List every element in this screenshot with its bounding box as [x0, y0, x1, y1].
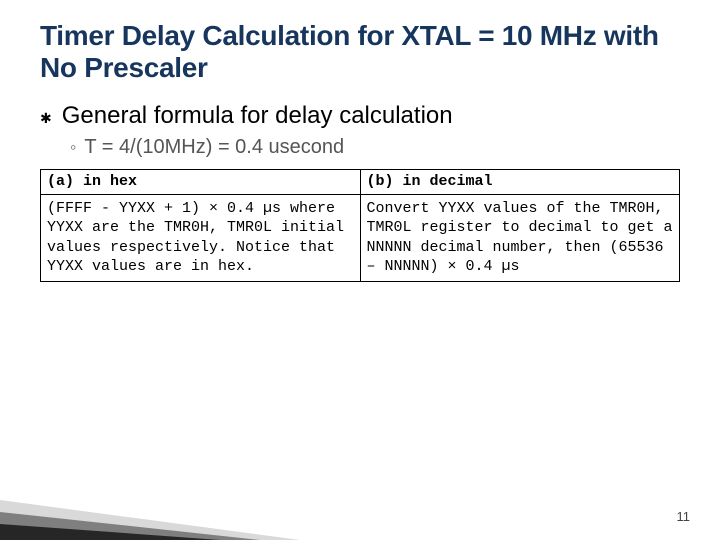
page-number: 11 — [677, 509, 691, 524]
table-row: (a) in hex (b) in decimal — [41, 170, 680, 195]
subbullet-text: T = 4/(10MHz) = 0.4 usecond — [84, 136, 344, 159]
col-b-body: Convert YYXX values of the TMR0H, TMR0L … — [360, 194, 680, 281]
bullet-item: ✱ General formula for delay calculation — [40, 102, 690, 130]
col-b-header: (b) in decimal — [360, 170, 680, 195]
bullet-text: General formula for delay calculation — [62, 102, 453, 130]
formula-table: (a) in hex (b) in decimal (FFFF - YYXX +… — [40, 169, 680, 282]
subbullet-glyph-icon: ◦ — [70, 137, 76, 158]
slide: Timer Delay Calculation for XTAL = 10 MH… — [0, 0, 720, 540]
col-a-header: (a) in hex — [41, 170, 361, 195]
table-row: (FFFF - YYXX + 1) × 0.4 µs where YYXX ar… — [41, 194, 680, 281]
slide-title: Timer Delay Calculation for XTAL = 10 MH… — [40, 20, 690, 84]
corner-wedge-icon — [0, 450, 300, 540]
col-a-body: (FFFF - YYXX + 1) × 0.4 µs where YYXX ar… — [41, 194, 361, 281]
bullet-glyph-icon: ✱ — [40, 110, 52, 127]
subbullet-item: ◦ T = 4/(10MHz) = 0.4 usecond — [70, 136, 690, 159]
